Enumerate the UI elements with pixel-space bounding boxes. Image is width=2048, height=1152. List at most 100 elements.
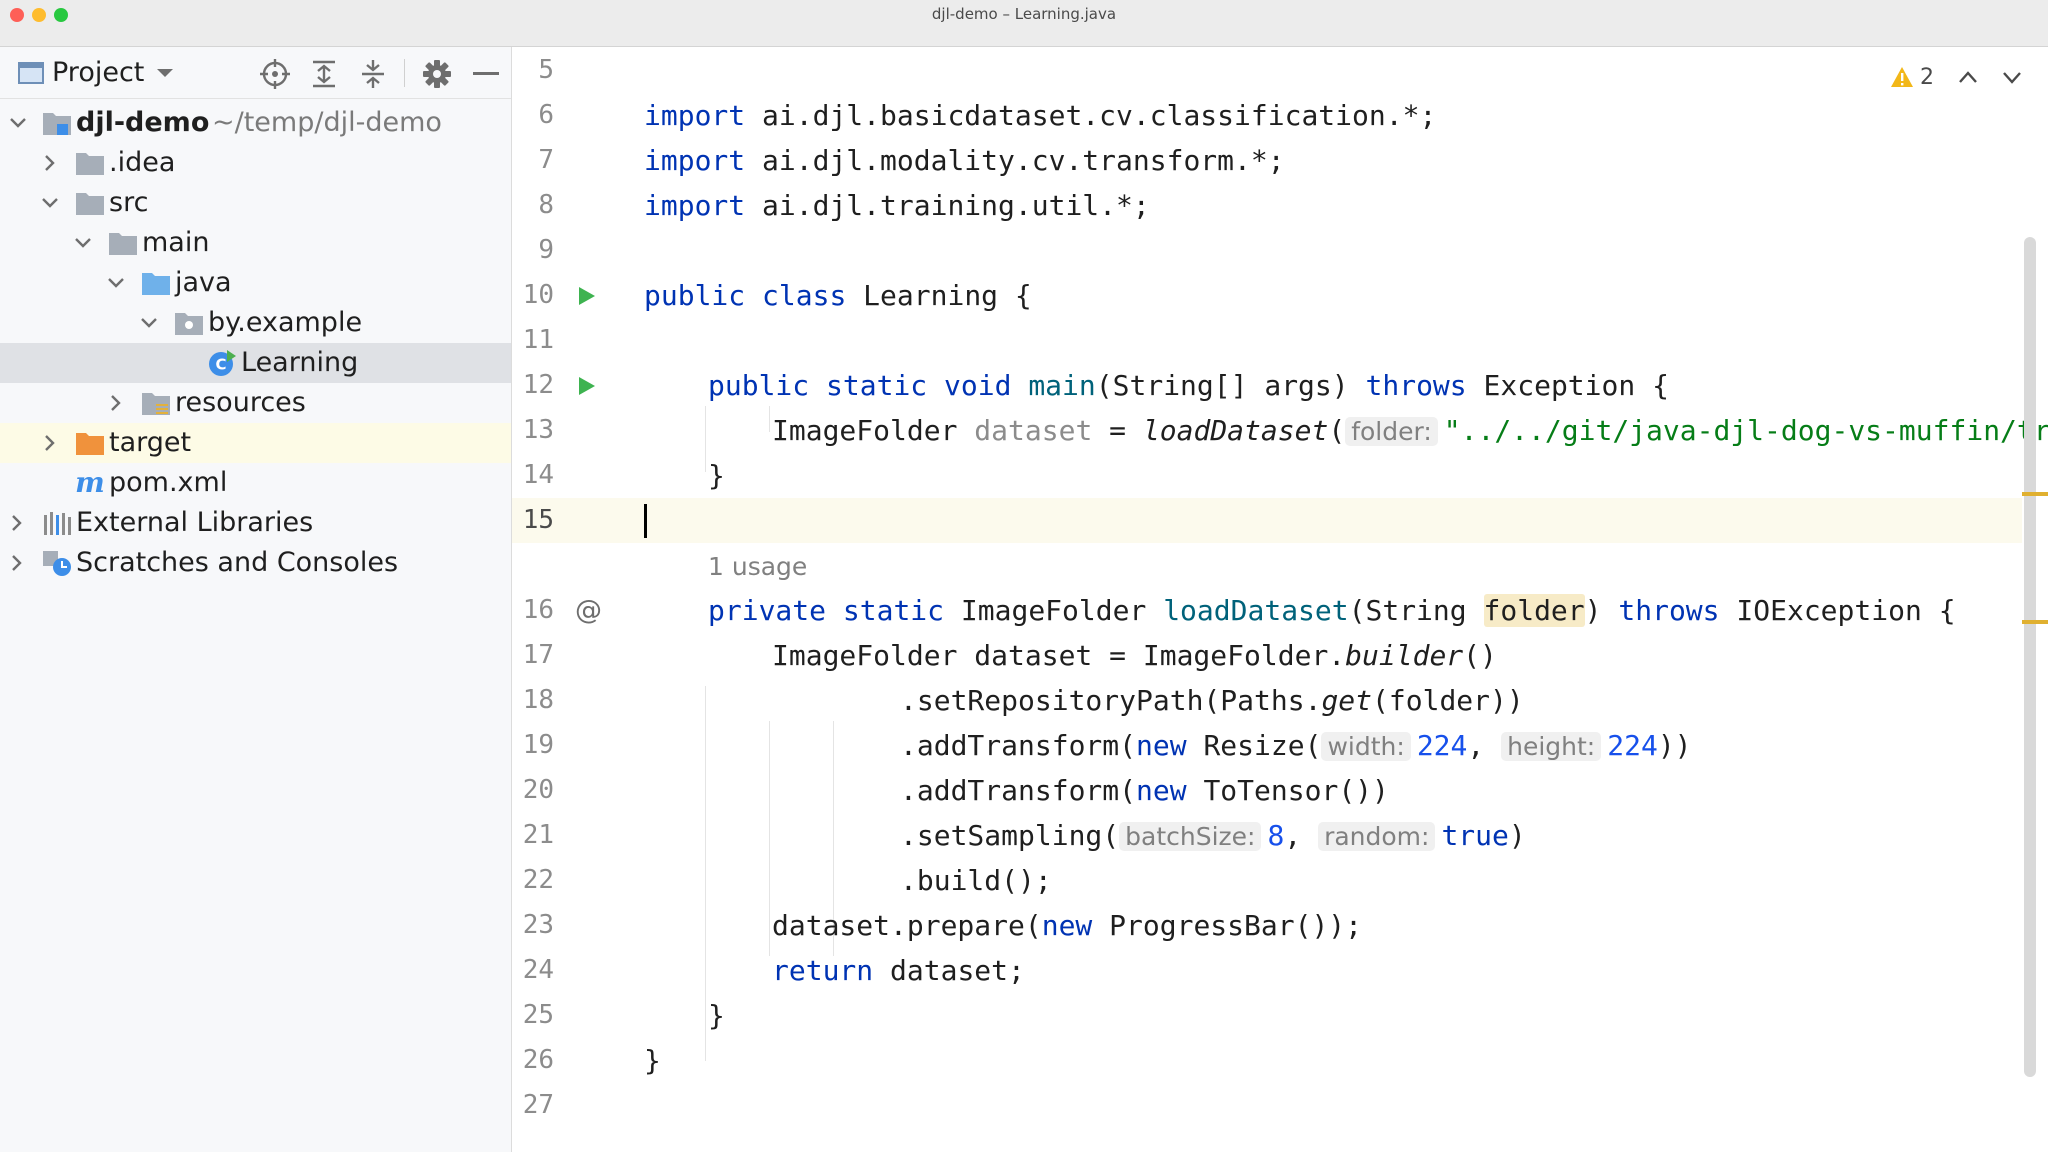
warning-stripe-marker[interactable] [2022,620,2048,624]
code-text: } [644,1044,661,1077]
code-line[interactable]: 12 public static void main(String[] args… [512,363,2048,408]
tree-label: .idea [109,147,176,178]
comma: , [1284,819,1302,852]
type-name: String [1365,594,1467,627]
code-line[interactable]: 18 .setRepositoryPath(Paths.get(folder)) [512,678,2048,723]
keyword-token: new [1136,774,1187,807]
type-name: Exception [1483,369,1636,402]
chevron-right-icon[interactable] [7,513,27,533]
chevron-down-icon[interactable] [2002,71,2022,85]
tree-item-djl-demo[interactable]: djl-demo ~/temp/djl-demo [0,103,511,143]
code-line[interactable]: 27 [512,1083,2048,1128]
line-number: 23 [522,910,554,940]
code-line[interactable]: 7 import ai.djl.modality.cv.transform.*; [512,138,2048,183]
run-main-icon[interactable] [578,376,596,396]
tree-item-main[interactable]: main [0,223,511,263]
line-number: 20 [522,775,554,805]
gear-icon[interactable] [420,57,454,91]
code-line[interactable]: 20 .addTransform(new ToTensor()) [512,768,2048,813]
line-number: 6 [538,100,554,130]
code-line[interactable]: 17 ImageFolder dataset = ImageFolder.bui… [512,633,2048,678]
project-view-selector[interactable]: Project [14,55,184,91]
chevron-down-icon[interactable] [8,113,28,133]
type-name: ImageFolder [772,414,958,447]
code-line[interactable]: 26 } [512,1038,2048,1083]
folder-icon [76,153,104,175]
code-line[interactable]: 22 .build(); [512,858,2048,903]
tree-item-external-libraries[interactable]: External Libraries [0,503,511,543]
code-line[interactable]: 6 import ai.djl.basicdataset.cv.classifi… [512,93,2048,138]
inspection-widget[interactable]: 2 [1890,63,2040,95]
code-line[interactable]: 21 .setSampling(batchSize: 8, random: true… [512,813,2048,858]
tree-item-resources[interactable]: resources [0,383,511,423]
locate-file-icon[interactable] [258,57,292,91]
tree-item-learning[interactable]: C Learning [0,343,511,383]
chevron-right-icon[interactable] [106,393,126,413]
keyword-token: void [944,369,1012,402]
code-line[interactable]: 25 } [512,993,2048,1038]
brace: { [1938,594,1956,627]
hide-panel-icon[interactable] [469,57,503,91]
tree-item-pom[interactable]: m pom.xml [0,463,511,503]
line-number: 25 [522,1000,554,1030]
code-line[interactable]: 9 [512,228,2048,273]
code-line[interactable]: 10 public class Learning { [512,273,2048,318]
tree-item-idea[interactable]: .idea [0,143,511,183]
method-name: loadDataset [1163,594,1349,627]
chevron-down-icon[interactable] [106,273,126,293]
tree-item-by-example[interactable]: by.example [0,303,511,343]
tree-label: pom.xml [109,467,228,498]
code-line[interactable]: 23 dataset.prepare(new ProgressBar()); [512,903,2048,948]
svg-text:C: C [215,356,226,374]
code-text: .addTransform(new Resize(width: 224, heig… [900,723,1692,769]
tree-item-java[interactable]: java [0,263,511,303]
chevron-right-icon[interactable] [40,153,60,173]
code-text: dataset.prepare(new ProgressBar()); [772,903,1362,948]
number-literal: 224 [1416,729,1468,762]
line-number: 8 [538,190,554,220]
code-line[interactable]: 11 [512,318,2048,363]
chevron-down-icon[interactable] [139,313,159,333]
tree-item-scratches[interactable]: Scratches and Consoles [0,543,511,583]
code-line[interactable]: 13 ImageFolder dataset = loadDataset(fol… [512,408,2048,453]
code-line[interactable]: 14 } [512,453,2048,498]
operator: = [1109,414,1127,447]
chevron-right-icon[interactable] [40,433,60,453]
collapse-all-icon[interactable] [356,57,390,91]
warning-stripe-marker[interactable] [2022,492,2048,496]
java-class-icon: C [209,350,236,376]
at-sign-icon[interactable]: @ [575,588,602,633]
line-number: 24 [522,955,554,985]
parameter-hint: height: [1501,732,1602,761]
code-editor[interactable]: 5 6 import ai.djl.basicdataset.cv.classi… [512,47,2048,1152]
code-line[interactable]: 24 return dataset; [512,948,2048,993]
params: (String[] args) [1095,369,1349,402]
caret-line[interactable]: 15 [512,498,2022,543]
method-call: .addTransform( [900,774,1137,807]
tree-item-target[interactable]: target [0,423,511,463]
chevron-down-icon[interactable] [40,193,60,213]
keyword-token: import [644,189,746,222]
code-line[interactable]: 19 .addTransform(new Resize(width: 224, h… [512,723,2048,768]
text-caret [644,504,647,538]
method-call: loadDataset [1142,414,1329,447]
usage-hint[interactable]: 1 usage [708,552,807,581]
vertical-scrollbar[interactable] [2024,237,2036,1077]
tree-label: main [142,227,210,258]
run-class-icon[interactable] [578,286,596,306]
expand-all-icon[interactable] [307,57,341,91]
constructor: Resize( [1203,729,1322,762]
method-call: dataset.prepare( [772,909,1042,942]
tree-item-src[interactable]: src [0,183,511,223]
line-number: 18 [522,685,554,715]
method-call: .addTransform( [900,729,1137,762]
number-literal: 224 [1607,729,1658,762]
chevron-up-icon[interactable] [1958,70,1978,84]
tree-label: by.example [208,307,363,338]
chevron-down-icon[interactable] [73,233,93,253]
code-line[interactable]: 16 @ private static ImageFolder loadData… [512,588,2048,633]
code-line[interactable]: 5 [512,48,2048,93]
code-line[interactable]: 8 import ai.djl.training.util.*; [512,183,2048,228]
chevron-right-icon[interactable] [7,553,27,573]
line-number: 9 [538,235,554,265]
